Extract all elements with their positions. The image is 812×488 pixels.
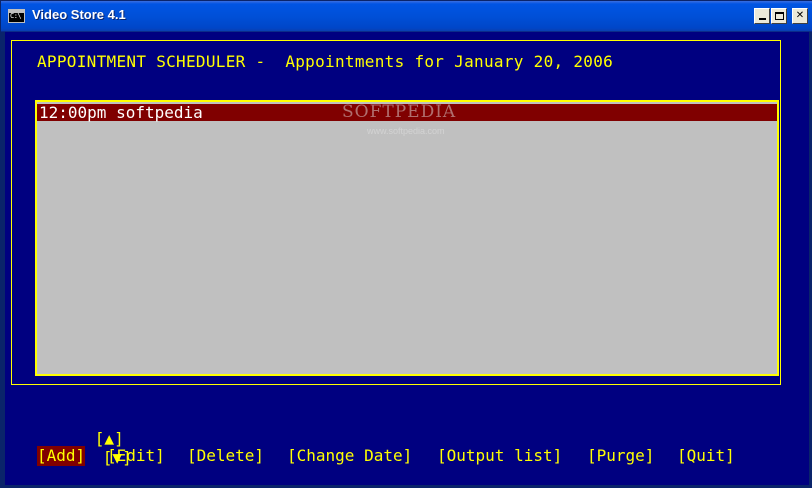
maximize-button[interactable] — [771, 8, 787, 24]
appointment-list[interactable]: 12:00pm softpedia SOFTPEDIA www.softpedi… — [35, 100, 779, 376]
edit-button[interactable]: [Edit] — [107, 446, 165, 466]
console-app-icon[interactable]: C:\ — [8, 9, 25, 23]
window-title: Video Store 4.1 — [32, 7, 126, 22]
change-date-button[interactable]: [Change Date] — [287, 446, 412, 466]
purge-button[interactable]: [Purge] — [587, 446, 654, 466]
watermark: SOFTPEDIA — [342, 102, 457, 122]
close-button[interactable]: ✕ — [792, 8, 808, 24]
title-bar[interactable]: C:\ Video Store 4.1 ✕ — [1, 1, 812, 32]
page-title: APPOINTMENT SCHEDULER - Appointments for… — [37, 52, 614, 71]
quit-button[interactable]: [Quit] — [677, 446, 735, 466]
maximize-icon — [774, 12, 784, 20]
console-area: APPOINTMENT SCHEDULER - Appointments for… — [5, 32, 809, 485]
delete-button[interactable]: [Delete] — [187, 446, 264, 466]
close-icon: ✕ — [795, 10, 805, 21]
add-button[interactable]: [Add] — [37, 446, 86, 466]
watermark-url: www.softpedia.com — [367, 126, 445, 136]
minimize-button[interactable] — [754, 8, 770, 24]
app-window: C:\ Video Store 4.1 ✕ APPOINTMENT SCHEDU… — [0, 0, 812, 488]
output-list-button[interactable]: [Output list] — [437, 446, 562, 466]
minimize-icon — [758, 18, 766, 20]
